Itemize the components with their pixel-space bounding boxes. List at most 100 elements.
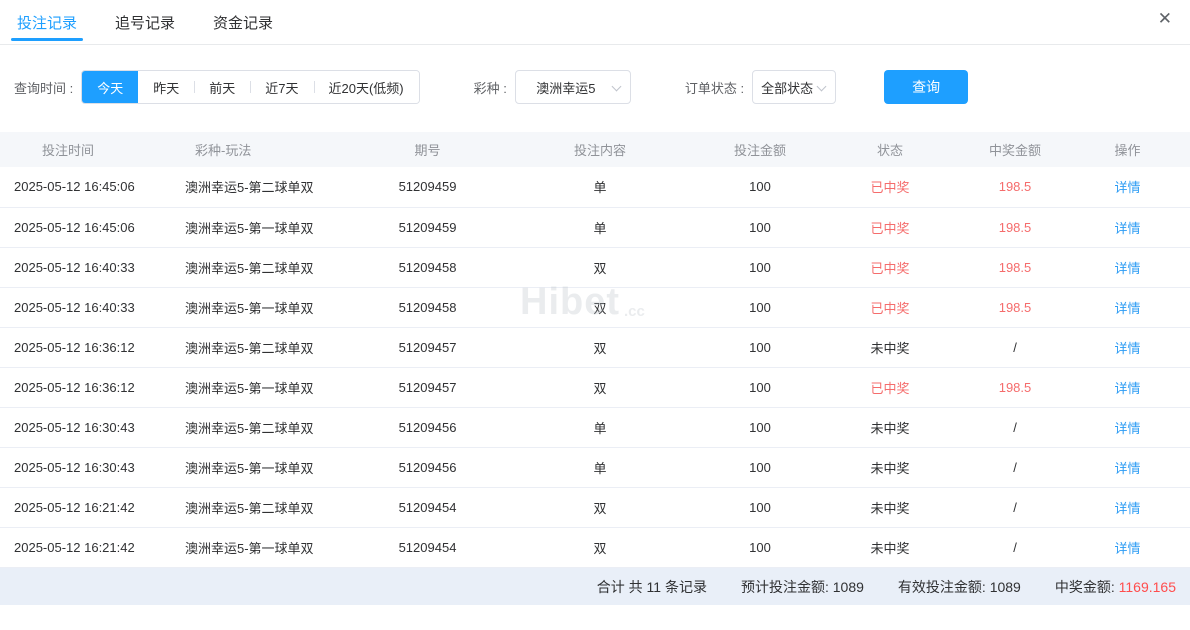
cell-issue: 51209456	[360, 407, 495, 447]
cell-action: 详情	[1065, 407, 1190, 447]
win-amount: 中奖金额: 1169.165	[1055, 577, 1176, 597]
table-row: 2025-05-12 16:40:33澳洲幸运5-第一球单双51209458双1…	[0, 287, 1190, 327]
time-option-3[interactable]: 近7天	[250, 71, 313, 103]
time-option-1[interactable]: 昨天	[138, 71, 194, 103]
cell-bet-time: 2025-05-12 16:45:06	[0, 167, 170, 207]
time-option-2[interactable]: 前天	[194, 71, 250, 103]
detail-link[interactable]: 详情	[1114, 301, 1140, 316]
cell-issue: 51209459	[360, 167, 495, 207]
filter-bar: 查询时间 : 今天昨天前天近7天近20天(低频) 彩种 : 澳洲幸运5 订单状态…	[14, 70, 1190, 104]
cell-status: 未中奖	[815, 327, 965, 367]
cell-action: 详情	[1065, 327, 1190, 367]
column-header: 状态	[815, 132, 965, 167]
cell-status: 已中奖	[815, 247, 965, 287]
cell-bet-amount: 100	[705, 447, 815, 487]
cell-game-play: 澳洲幸运5-第二球单双	[170, 487, 360, 527]
detail-link[interactable]: 详情	[1114, 180, 1140, 195]
cell-prize: 198.5	[965, 367, 1065, 407]
cell-issue: 51209454	[360, 487, 495, 527]
tab-bar: 投注记录 追号记录 资金记录 ✕	[0, 0, 1190, 45]
bet-records-table: 投注时间彩种-玩法期号投注内容投注金额状态中奖金额操作 2025-05-12 1…	[0, 132, 1190, 568]
cell-bet-content: 双	[495, 527, 705, 567]
column-header: 投注金额	[705, 132, 815, 167]
cell-issue: 51209457	[360, 367, 495, 407]
cell-issue: 51209458	[360, 287, 495, 327]
detail-link[interactable]: 详情	[1114, 381, 1140, 396]
cell-bet-content: 单	[495, 167, 705, 207]
cell-game-play: 澳洲幸运5-第二球单双	[170, 167, 360, 207]
tab-bet-records[interactable]: 投注记录	[17, 0, 77, 45]
cell-game-play: 澳洲幸运5-第二球单双	[170, 407, 360, 447]
cell-status: 已中奖	[815, 367, 965, 407]
tab-chase-records[interactable]: 追号记录	[115, 0, 175, 45]
table-row: 2025-05-12 16:21:42澳洲幸运5-第二球单双51209454双1…	[0, 487, 1190, 527]
cell-bet-time: 2025-05-12 16:40:33	[0, 247, 170, 287]
cell-bet-time: 2025-05-12 16:30:43	[0, 407, 170, 447]
win-amount-label: 中奖金额:	[1055, 579, 1115, 595]
table-row: 2025-05-12 16:36:12澳洲幸运5-第二球单双51209457双1…	[0, 327, 1190, 367]
detail-link[interactable]: 详情	[1114, 501, 1140, 516]
cell-bet-amount: 100	[705, 367, 815, 407]
order-status-select[interactable]: 全部状态	[752, 70, 836, 104]
lottery-select[interactable]: 澳洲幸运5	[515, 70, 631, 104]
cell-bet-time: 2025-05-12 16:36:12	[0, 367, 170, 407]
cell-game-play: 澳洲幸运5-第二球单双	[170, 327, 360, 367]
cell-prize: /	[965, 407, 1065, 447]
cell-bet-time: 2025-05-12 16:36:12	[0, 327, 170, 367]
cell-game-play: 澳洲幸运5-第一球单双	[170, 367, 360, 407]
cell-issue: 51209458	[360, 247, 495, 287]
cell-status: 未中奖	[815, 407, 965, 447]
detail-link[interactable]: 详情	[1114, 421, 1140, 436]
cell-game-play: 澳洲幸运5-第二球单双	[170, 247, 360, 287]
cell-bet-time: 2025-05-12 16:21:42	[0, 487, 170, 527]
cell-prize: 198.5	[965, 207, 1065, 247]
cell-bet-amount: 100	[705, 527, 815, 567]
lottery-select-value: 澳洲幸运5	[536, 78, 609, 97]
detail-link[interactable]: 详情	[1114, 461, 1140, 476]
cell-status: 已中奖	[815, 167, 965, 207]
table-row: 2025-05-12 16:21:42澳洲幸运5-第一球单双51209454双1…	[0, 527, 1190, 567]
detail-link[interactable]: 详情	[1114, 221, 1140, 236]
cell-game-play: 澳洲幸运5-第一球单双	[170, 527, 360, 567]
column-header: 彩种-玩法	[170, 132, 360, 167]
cell-action: 详情	[1065, 207, 1190, 247]
cell-bet-time: 2025-05-12 16:30:43	[0, 447, 170, 487]
close-icon[interactable]: ✕	[1158, 10, 1172, 27]
detail-link[interactable]: 详情	[1114, 261, 1140, 276]
time-option-0[interactable]: 今天	[82, 71, 138, 103]
table-row: 2025-05-12 16:30:43澳洲幸运5-第二球单双51209456单1…	[0, 407, 1190, 447]
cell-issue: 51209459	[360, 207, 495, 247]
cell-game-play: 澳洲幸运5-第一球单双	[170, 287, 360, 327]
cell-bet-time: 2025-05-12 16:21:42	[0, 527, 170, 567]
time-range-group: 今天昨天前天近7天近20天(低频)	[81, 70, 419, 104]
cell-bet-amount: 100	[705, 287, 815, 327]
table-row: 2025-05-12 16:36:12澳洲幸运5-第一球单双51209457双1…	[0, 367, 1190, 407]
cell-bet-amount: 100	[705, 207, 815, 247]
table-row: 2025-05-12 16:45:06澳洲幸运5-第一球单双51209459单1…	[0, 207, 1190, 247]
chevron-down-icon	[611, 82, 621, 92]
cell-status: 未中奖	[815, 527, 965, 567]
valid-bet-amount: 有效投注金额: 1089	[898, 577, 1021, 597]
expected-bet-amount: 预计投注金额: 1089	[741, 577, 864, 597]
cell-action: 详情	[1065, 487, 1190, 527]
table-row: 2025-05-12 16:30:43澳洲幸运5-第一球单双51209456单1…	[0, 447, 1190, 487]
cell-bet-content: 单	[495, 407, 705, 447]
cell-bet-content: 双	[495, 367, 705, 407]
lottery-filter-label: 彩种 :	[474, 78, 507, 97]
detail-link[interactable]: 详情	[1114, 341, 1140, 356]
cell-prize: /	[965, 487, 1065, 527]
expected-bet-value: 1089	[833, 579, 864, 595]
time-option-4[interactable]: 近20天(低频)	[314, 71, 419, 103]
query-button[interactable]: 查询	[884, 70, 968, 104]
table-header-row: 投注时间彩种-玩法期号投注内容投注金额状态中奖金额操作	[0, 132, 1190, 167]
order-status-label: 订单状态 :	[685, 78, 744, 97]
expected-bet-label: 预计投注金额:	[741, 579, 829, 595]
detail-link[interactable]: 详情	[1114, 541, 1140, 556]
cell-action: 详情	[1065, 287, 1190, 327]
column-header: 投注时间	[0, 132, 170, 167]
tab-fund-records[interactable]: 资金记录	[213, 0, 273, 45]
column-header: 中奖金额	[965, 132, 1065, 167]
cell-prize: /	[965, 447, 1065, 487]
cell-game-play: 澳洲幸运5-第一球单双	[170, 447, 360, 487]
table-row: 2025-05-12 16:45:06澳洲幸运5-第二球单双51209459单1…	[0, 167, 1190, 207]
